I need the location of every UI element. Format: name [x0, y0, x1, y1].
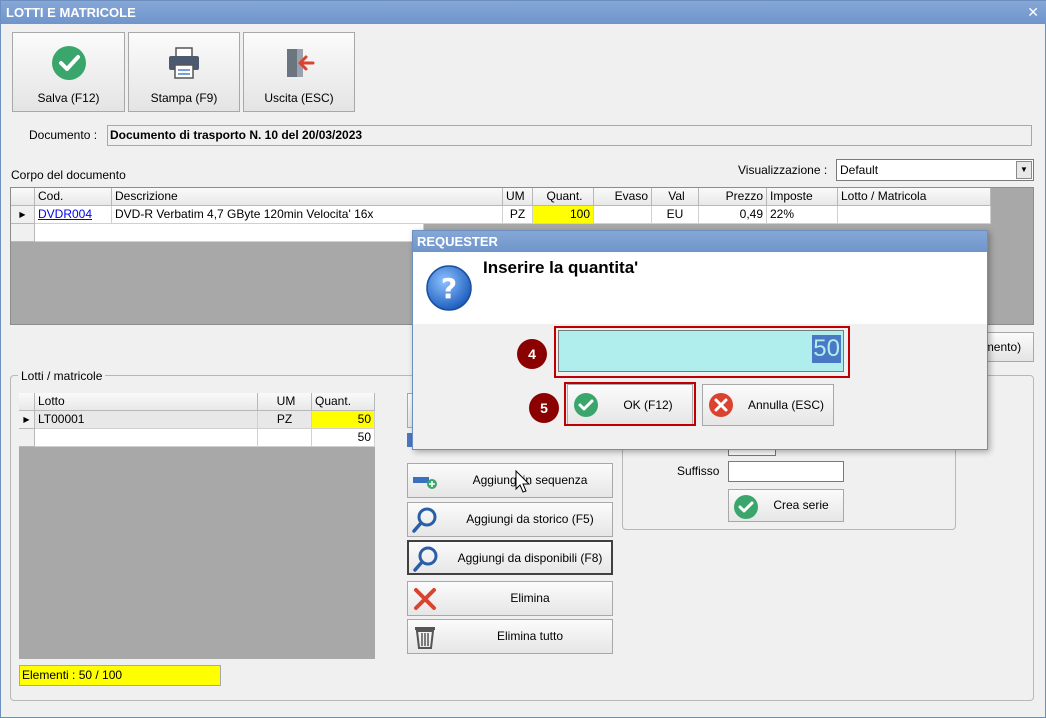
print-label: Stampa (F9): [150, 91, 218, 105]
question-icon: ?: [426, 265, 472, 311]
lots-group-title: Lotti / matricole: [18, 369, 106, 383]
elements-counter: Elementi : 50 / 100: [19, 665, 221, 686]
row-selector-empty[interactable]: [11, 224, 35, 242]
check-icon: [734, 495, 758, 519]
dialog-title: REQUESTER: [413, 231, 987, 252]
cancel-button[interactable]: Annulla (ESC): [702, 384, 834, 426]
main-window: LOTTI E MATRICOLE ✕ Salva (F12) Stampa (…: [0, 0, 1046, 718]
lots-cell-quant-2[interactable]: 50: [312, 429, 375, 447]
save-label: Salva (F12): [37, 91, 100, 105]
cancel-icon: [709, 393, 733, 417]
cell-descrizione[interactable]: DVD-R Verbatim 4,7 GByte 120min Velocita…: [112, 206, 503, 224]
cell-lotto[interactable]: [838, 206, 991, 224]
lots-cell-um-2[interactable]: [258, 429, 312, 447]
delete-all-label: Elimina tutto: [496, 629, 564, 643]
col-header-quant[interactable]: Quant.: [533, 188, 594, 206]
add-available-button[interactable]: Aggiungi da disponibili (F8): [407, 540, 613, 575]
lots-grid-corner: [19, 393, 35, 411]
cell-um[interactable]: PZ: [503, 206, 533, 224]
lots-cell-um[interactable]: PZ: [258, 411, 312, 429]
cell-imposte[interactable]: 22%: [767, 206, 838, 224]
cell-evaso[interactable]: [594, 206, 652, 224]
col-header-descrizione[interactable]: Descrizione: [112, 188, 503, 206]
search-icon: [412, 507, 437, 533]
check-icon: [51, 46, 86, 80]
create-series-button[interactable]: Crea serie: [728, 489, 844, 522]
exit-button[interactable]: Uscita (ESC): [243, 32, 355, 112]
grid-corner: [11, 188, 35, 206]
add-history-label: Aggiungi da storico (F5): [466, 512, 594, 526]
add-sequence-button[interactable]: Aggiungi in sequenza: [407, 463, 613, 498]
add-available-label: Aggiungi da disponibili (F8): [457, 551, 603, 565]
table-row[interactable]: DVDR004: [35, 206, 112, 224]
step-badge-5: 5: [529, 393, 559, 423]
printer-icon: [169, 47, 199, 79]
cursor-icon: [515, 470, 531, 493]
dialog-message: Inserire la quantita': [483, 258, 639, 277]
col-header-prezzo[interactable]: Prezzo: [699, 188, 767, 206]
lots-cell-lotto[interactable]: LT00001: [35, 411, 258, 429]
exit-door-icon: [287, 49, 315, 77]
view-select-value: Default: [840, 163, 879, 177]
cod-link[interactable]: DVDR004: [38, 207, 92, 221]
delete-label: Elimina: [510, 591, 550, 605]
close-icon[interactable]: ✕: [1027, 1, 1039, 24]
col-header-cod[interactable]: Cod.: [35, 188, 112, 206]
title-bar: LOTTI E MATRICOLE ✕: [1, 1, 1046, 24]
col-header-evaso[interactable]: Evaso: [594, 188, 652, 206]
add-sequence-icon: [413, 477, 437, 489]
cancel-label: Annulla (ESC): [747, 398, 825, 412]
delete-all-button[interactable]: Elimina tutto: [407, 619, 613, 654]
save-button[interactable]: Salva (F12): [12, 32, 125, 112]
add-history-button[interactable]: Aggiungi da storico (F5): [407, 502, 613, 537]
row-selector-icon[interactable]: ▶: [11, 206, 35, 224]
cell-prezzo[interactable]: 0,49: [699, 206, 767, 224]
col-header-lotto[interactable]: Lotto / Matricola: [838, 188, 991, 206]
lots-col-lotto[interactable]: Lotto: [35, 393, 258, 411]
search-icon: [413, 546, 438, 572]
view-label: Visualizzazione :: [738, 163, 828, 177]
delete-x-icon: [414, 588, 436, 610]
lots-cell-quant[interactable]: 50: [312, 411, 375, 429]
document-field: Documento di trasporto N. 10 del 20/03/2…: [107, 125, 1032, 146]
col-header-val[interactable]: Val: [652, 188, 699, 206]
cell-quant[interactable]: 100: [533, 206, 594, 224]
body-section-label: Corpo del documento: [11, 168, 126, 182]
delete-button[interactable]: Elimina: [407, 581, 613, 616]
table-row-empty[interactable]: [35, 224, 424, 242]
highlight-box-input: [554, 326, 850, 378]
col-header-um[interactable]: UM: [503, 188, 533, 206]
highlight-box-ok: [564, 382, 696, 426]
col-header-imposte[interactable]: Imposte: [767, 188, 838, 206]
step-badge-4: 4: [517, 339, 547, 369]
lots-row-selector-icon[interactable]: ▶: [19, 411, 35, 429]
create-series-label: Crea serie: [773, 498, 829, 512]
chevron-down-icon[interactable]: ▼: [1016, 161, 1032, 179]
cell-val[interactable]: EU: [652, 206, 699, 224]
lots-cell-lotto-2[interactable]: [35, 429, 258, 447]
trash-icon: [415, 627, 435, 649]
suffix-input[interactable]: [728, 461, 844, 482]
window-title: LOTTI E MATRICOLE: [6, 5, 136, 20]
exit-label: Uscita (ESC): [264, 91, 334, 105]
view-select[interactable]: Default ▼: [836, 159, 1034, 181]
svg-text:?: ?: [441, 272, 457, 305]
suffix-label: Suffisso: [677, 464, 720, 478]
document-label: Documento :: [29, 128, 98, 142]
print-button[interactable]: Stampa (F9): [128, 32, 240, 112]
lots-col-um[interactable]: UM: [258, 393, 312, 411]
lots-col-quant[interactable]: Quant.: [312, 393, 375, 411]
lots-row-selector-empty[interactable]: [19, 429, 35, 447]
lots-grid: Lotto UM Quant. ▶ LT00001 PZ 50 50: [19, 393, 375, 659]
